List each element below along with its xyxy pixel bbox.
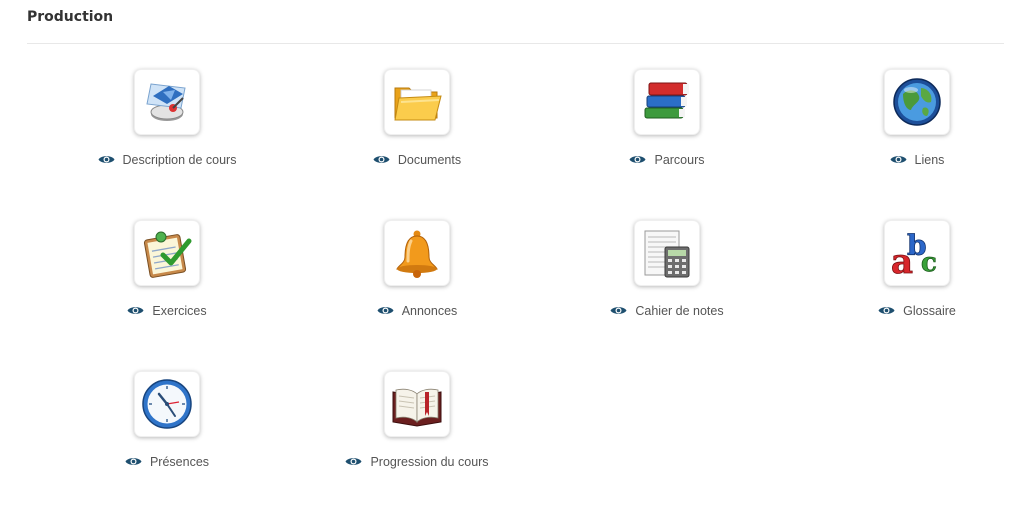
tool-tile[interactable] (634, 220, 700, 286)
tool-label[interactable]: Parcours (542, 153, 792, 167)
tool-label-text: Glossaire (903, 304, 956, 318)
eye-icon (373, 156, 390, 163)
tool-cahier-de-notes[interactable]: Cahier de notes (542, 220, 792, 340)
eye-icon (890, 156, 907, 163)
tool-description-de-cours[interactable]: Description de cours (42, 69, 292, 189)
globe-icon (893, 78, 941, 126)
tool-liens[interactable]: Liens (792, 69, 1024, 189)
tool-label[interactable]: Annonces (292, 304, 542, 318)
tool-label[interactable]: Exercices (42, 304, 292, 318)
tool-label[interactable]: Présences (42, 455, 292, 469)
tool-label[interactable]: Liens (792, 153, 1024, 167)
tool-label-text: Liens (914, 153, 945, 167)
eye-icon (127, 307, 144, 314)
checklist-icon (143, 231, 192, 278)
folder-icon (394, 87, 442, 121)
tool-tile[interactable] (884, 69, 950, 135)
eye-icon (125, 458, 142, 465)
tool-tile[interactable]: a b c (884, 220, 950, 286)
tool-annonces[interactable]: Annonces (292, 220, 542, 340)
eye-icon (878, 307, 895, 314)
tool-tile[interactable] (134, 69, 200, 135)
eye-icon (345, 458, 362, 465)
section-divider (27, 43, 1004, 44)
svg-text:c: c (921, 248, 937, 278)
tool-label-text: Cahier de notes (635, 304, 724, 318)
open-book-icon (392, 388, 442, 427)
tool-label-text: Annonces (401, 304, 458, 318)
tool-exercices[interactable]: Exercices (42, 220, 292, 340)
tool-label-text: Présences (149, 455, 210, 469)
eye-icon (629, 156, 646, 163)
abc-icon: a b c (891, 229, 938, 281)
tool-label[interactable]: Progression du cours (292, 455, 542, 469)
eye-icon (377, 307, 394, 314)
eye-icon (610, 307, 627, 314)
tool-label-text: Exercices (152, 304, 207, 318)
tool-tile[interactable] (134, 220, 200, 286)
gradebook-calculator-icon (644, 230, 690, 278)
tool-label-text: Description de cours (122, 153, 237, 167)
tool-parcours[interactable]: Parcours (542, 69, 792, 189)
bell-icon (396, 230, 438, 278)
compass-icon (146, 83, 186, 121)
tool-label-text: Documents (397, 153, 462, 167)
tool-label-text: Progression du cours (370, 455, 489, 469)
tool-tile[interactable] (384, 220, 450, 286)
tool-label[interactable]: Description de cours (42, 153, 292, 167)
section-title: Production (27, 9, 114, 25)
tool-presences[interactable]: Présences (42, 371, 292, 491)
tool-documents[interactable]: Documents (292, 69, 542, 189)
tool-tile[interactable] (384, 69, 450, 135)
tool-tile[interactable] (134, 371, 200, 437)
eye-icon (98, 156, 115, 163)
tool-label[interactable]: Glossaire (792, 304, 1024, 318)
books-icon (644, 82, 689, 119)
clock-icon (142, 379, 192, 429)
tool-label[interactable]: Documents (292, 153, 542, 167)
tool-glossaire[interactable]: a b c Glossaire (792, 220, 1024, 340)
tool-progression-du-cours[interactable]: Progression du cours (292, 371, 542, 491)
tool-tile[interactable] (634, 69, 700, 135)
tool-tile[interactable] (384, 371, 450, 437)
tool-label-text: Parcours (654, 153, 705, 167)
tool-label[interactable]: Cahier de notes (542, 304, 792, 318)
